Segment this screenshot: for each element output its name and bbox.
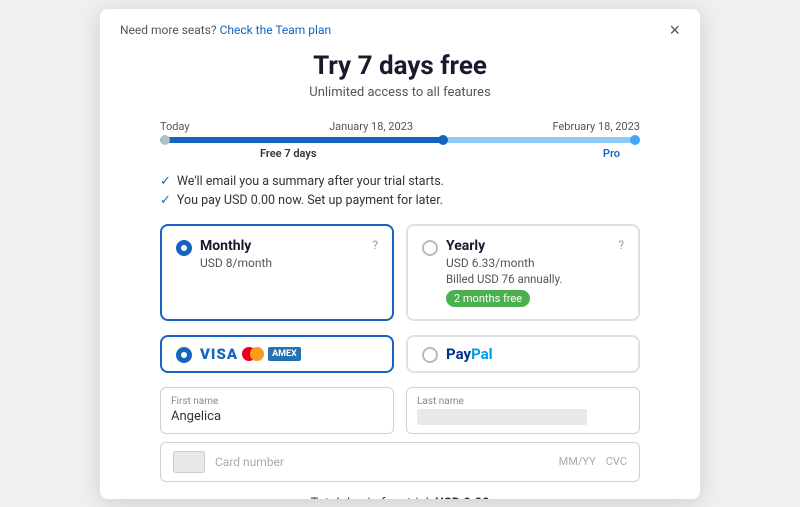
modal-header: Try 7 days free Unlimited access to all … [100, 47, 700, 112]
plan-monthly-name: Monthly [200, 238, 364, 254]
visa-logo: VISA [200, 345, 238, 363]
radio-monthly-dot [181, 245, 187, 251]
mm-yy-label: MM/YY [559, 455, 596, 468]
radio-card-dot [181, 352, 187, 358]
phase-free-label: Free 7 days [260, 147, 317, 160]
info-text-2: You pay USD 0.00 now. Set up payment for… [177, 193, 443, 208]
plan-yearly-header: Yearly USD 6.33/month Billed USD 76 annu… [422, 238, 624, 307]
plan-monthly-price: USD 8/month [200, 256, 364, 270]
plan-monthly-help[interactable]: ? [372, 238, 378, 252]
phase-pro-label: Pro [603, 147, 620, 160]
last-name-field[interactable]: Last name [406, 387, 640, 434]
radio-yearly[interactable] [422, 240, 438, 256]
need-more-label: Need more seats? [120, 23, 217, 37]
payment-card-logos: VISA AMEX [200, 345, 301, 363]
total-amount: USD 0.00 [435, 496, 489, 499]
timeline-dot-start [160, 135, 170, 145]
timeline-label-today: Today [160, 120, 190, 133]
timeline-label-jan: January 18, 2023 [329, 120, 413, 133]
card-number-field[interactable]: Card number MM/YY CVC [160, 442, 640, 482]
plan-monthly-info: Monthly USD 8/month [200, 238, 364, 270]
radio-monthly[interactable] [176, 240, 192, 256]
modal: Need more seats? Check the Team plan × T… [100, 9, 700, 499]
first-name-value: Angelica [171, 409, 383, 424]
timeline-remaining [448, 137, 640, 143]
plan-yearly-billed: Billed USD 76 annually. [446, 272, 610, 286]
timeline-bar-wrapper [160, 137, 640, 143]
payment-paypal-method[interactable]: PayPal [406, 335, 640, 373]
timeline-dot-end [630, 135, 640, 145]
plan-yearly-help[interactable]: ? [618, 238, 624, 252]
mastercard-icon [242, 347, 264, 361]
timeline-filled [160, 137, 448, 143]
need-more-text: Need more seats? Check the Team plan [120, 23, 331, 37]
payment-card-method[interactable]: VISA AMEX [160, 335, 394, 373]
payment-methods: VISA AMEX PayPal [100, 331, 700, 383]
plan-yearly-name: Yearly [446, 238, 610, 254]
timeline-phase-labels: Free 7 days Pro [160, 147, 640, 160]
last-name-label: Last name [417, 396, 629, 407]
last-name-placeholder [417, 409, 587, 425]
card-number-label: Card number [215, 455, 549, 469]
info-text-1: We'll email you a summary after your tri… [177, 174, 444, 189]
timeline-label-feb: February 18, 2023 [552, 120, 640, 133]
subtitle: Unlimited access to all features [120, 85, 680, 100]
plan-yearly-price: USD 6.33/month [446, 256, 610, 270]
main-title: Try 7 days free [120, 51, 680, 81]
total-label: Total due in free trial: [310, 496, 431, 499]
top-bar: Need more seats? Check the Team plan × [100, 9, 700, 47]
plan-options: Monthly USD 8/month ? Yearly USD 6.33/mo… [100, 218, 700, 331]
plan-yearly-info: Yearly USD 6.33/month Billed USD 76 annu… [446, 238, 610, 307]
info-item-1: ✓ We'll email you a summary after your t… [160, 174, 640, 189]
radio-card[interactable] [176, 347, 192, 363]
timeline-section: Today January 18, 2023 February 18, 2023… [100, 112, 700, 164]
plan-yearly-badge: 2 months free [446, 290, 530, 307]
paypal-logo: PayPal [446, 345, 493, 363]
radio-paypal[interactable] [422, 347, 438, 363]
plan-yearly[interactable]: Yearly USD 6.33/month Billed USD 76 annu… [406, 224, 640, 321]
timeline-labels: Today January 18, 2023 February 18, 2023 [160, 120, 640, 133]
mc-right [250, 347, 264, 361]
card-row: Card number MM/YY CVC [100, 438, 700, 490]
check-icon-2: ✓ [160, 193, 171, 208]
card-icon [173, 451, 205, 473]
team-plan-link[interactable]: Check the Team plan [220, 23, 332, 37]
first-name-label: First name [171, 396, 383, 407]
timeline-bar [160, 137, 640, 143]
modal-overlay: Need more seats? Check the Team plan × T… [0, 0, 800, 507]
cvc-label: CVC [606, 455, 627, 468]
name-fields: First name Angelica Last name [100, 383, 700, 438]
close-button[interactable]: × [669, 21, 680, 39]
plan-monthly-header: Monthly USD 8/month ? [176, 238, 378, 270]
total-row: Total due in free trial: USD 0.00 [100, 490, 700, 499]
info-list: ✓ We'll email you a summary after your t… [100, 164, 700, 218]
first-name-field[interactable]: First name Angelica [160, 387, 394, 434]
plan-monthly[interactable]: Monthly USD 8/month ? [160, 224, 394, 321]
timeline-dot-mid [438, 135, 448, 145]
amex-badge: AMEX [268, 347, 301, 361]
check-icon-1: ✓ [160, 174, 171, 189]
info-item-2: ✓ You pay USD 0.00 now. Set up payment f… [160, 193, 640, 208]
